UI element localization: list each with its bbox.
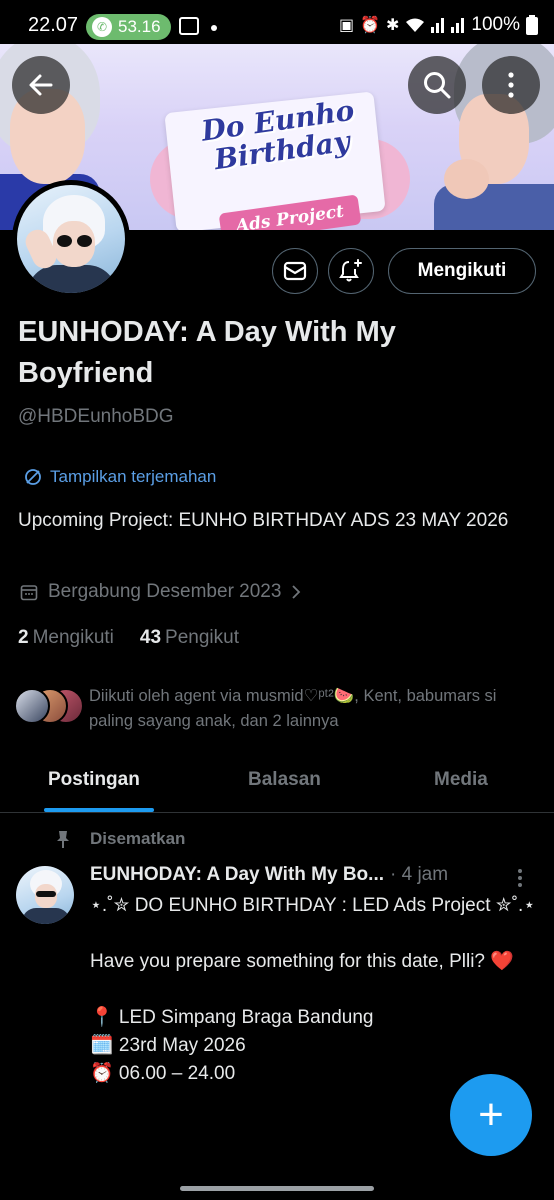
status-icons: ▣ ⏰ ✱ 100% <box>339 14 538 36</box>
status-time: 22.07 <box>28 14 79 36</box>
followed-by[interactable]: Diikuti oleh agent via musmid♡ᵖᵗ²🍉, Kent… <box>14 684 544 734</box>
profile-bio: Upcoming Project: EUNHO BIRTHDAY ADS 23 … <box>18 510 509 531</box>
battery-icon <box>526 15 538 35</box>
following-label: Mengikuti <box>32 627 114 648</box>
more-vertical-icon <box>518 869 522 887</box>
nfc-icon: ▣ <box>338 17 355 34</box>
search-icon <box>424 72 451 99</box>
followers-label: Pengikut <box>165 627 239 648</box>
tab-media[interactable]: Media <box>434 769 488 791</box>
search-button[interactable] <box>408 56 466 114</box>
notify-button[interactable] <box>328 248 374 294</box>
translate-link[interactable]: Tampilkan terjemahan <box>24 467 216 487</box>
back-button[interactable] <box>12 56 70 114</box>
post-timestamp[interactable]: · 4 jam <box>390 864 448 886</box>
post-author[interactable]: EUNHODAY: A Day With My Bo... <box>90 864 384 886</box>
calendar-icon <box>20 585 38 601</box>
signal-icon <box>451 18 465 33</box>
pinned-label: Disematkan <box>90 829 186 848</box>
arrow-left-icon <box>29 74 53 96</box>
phone-icon: ✆ <box>92 17 112 37</box>
message-button[interactable] <box>272 248 318 294</box>
follow-stats: 2 Mengikuti 43 Pengikut <box>18 627 239 649</box>
pinned-indicator: Disematkan <box>54 829 185 849</box>
tab-posts[interactable]: Postingan <box>48 769 140 791</box>
profile-name: EUNHODAY: A Day With My Boyfriend <box>18 316 396 389</box>
more-vertical-icon <box>508 72 514 98</box>
post-text[interactable]: ⋆.˚✮ DO EUNHO BIRTHDAY : LED Ads Project… <box>90 892 540 1088</box>
gesture-bar[interactable] <box>180 1186 374 1191</box>
tab-replies[interactable]: Balasan <box>248 769 321 791</box>
chevron-right-icon <box>292 585 301 599</box>
translate-icon <box>25 469 41 485</box>
gallery-icon <box>179 17 199 35</box>
bell-plus-icon <box>339 259 362 282</box>
pin-icon <box>57 831 69 848</box>
envelope-icon <box>283 261 307 281</box>
post-avatar[interactable] <box>16 866 74 924</box>
compose-button[interactable]: + <box>450 1074 532 1156</box>
avatar <box>14 688 50 724</box>
status-bar: 22.07 ✆ 53.16 ▣ ⏰ ✱ 100% <box>0 0 554 44</box>
followers-count: 43 <box>139 627 162 648</box>
active-tab-indicator <box>44 808 154 812</box>
post-more-button[interactable] <box>517 868 523 888</box>
post-header: EUNHODAY: A Day With My Bo... · 4 jam <box>90 864 530 886</box>
followed-by-avatars <box>14 688 84 724</box>
bluetooth-icon: ✱ <box>385 17 400 34</box>
battery-level: 100% <box>471 14 520 35</box>
wifi-icon <box>406 18 425 32</box>
following-count: 2 <box>18 627 29 648</box>
call-timer-pill[interactable]: ✆ 53.16 <box>86 14 171 40</box>
profile-avatar[interactable] <box>12 180 130 298</box>
profile-tabs: Postingan Balasan Media <box>0 757 554 813</box>
dot-icon <box>211 25 217 31</box>
joined-date[interactable]: Bergabung Desember 2023 <box>20 581 301 603</box>
profile-handle: @HBDEunhoBDG <box>18 406 174 427</box>
following-button[interactable]: Mengikuti <box>388 248 536 294</box>
signal-icon <box>431 18 445 33</box>
more-button[interactable] <box>482 56 540 114</box>
translate-label: Tampilkan terjemahan <box>50 467 217 486</box>
followed-by-text: Diikuti oleh agent via musmid♡ᵖᵗ²🍉, Kent… <box>89 687 497 730</box>
alarm-icon: ⏰ <box>360 17 380 34</box>
joined-label: Bergabung Desember 2023 <box>48 581 282 602</box>
followers-stat[interactable]: 43 Pengikut <box>140 627 239 649</box>
following-stat[interactable]: 2 Mengikuti <box>18 627 114 649</box>
call-timer: 53.16 <box>118 17 161 36</box>
